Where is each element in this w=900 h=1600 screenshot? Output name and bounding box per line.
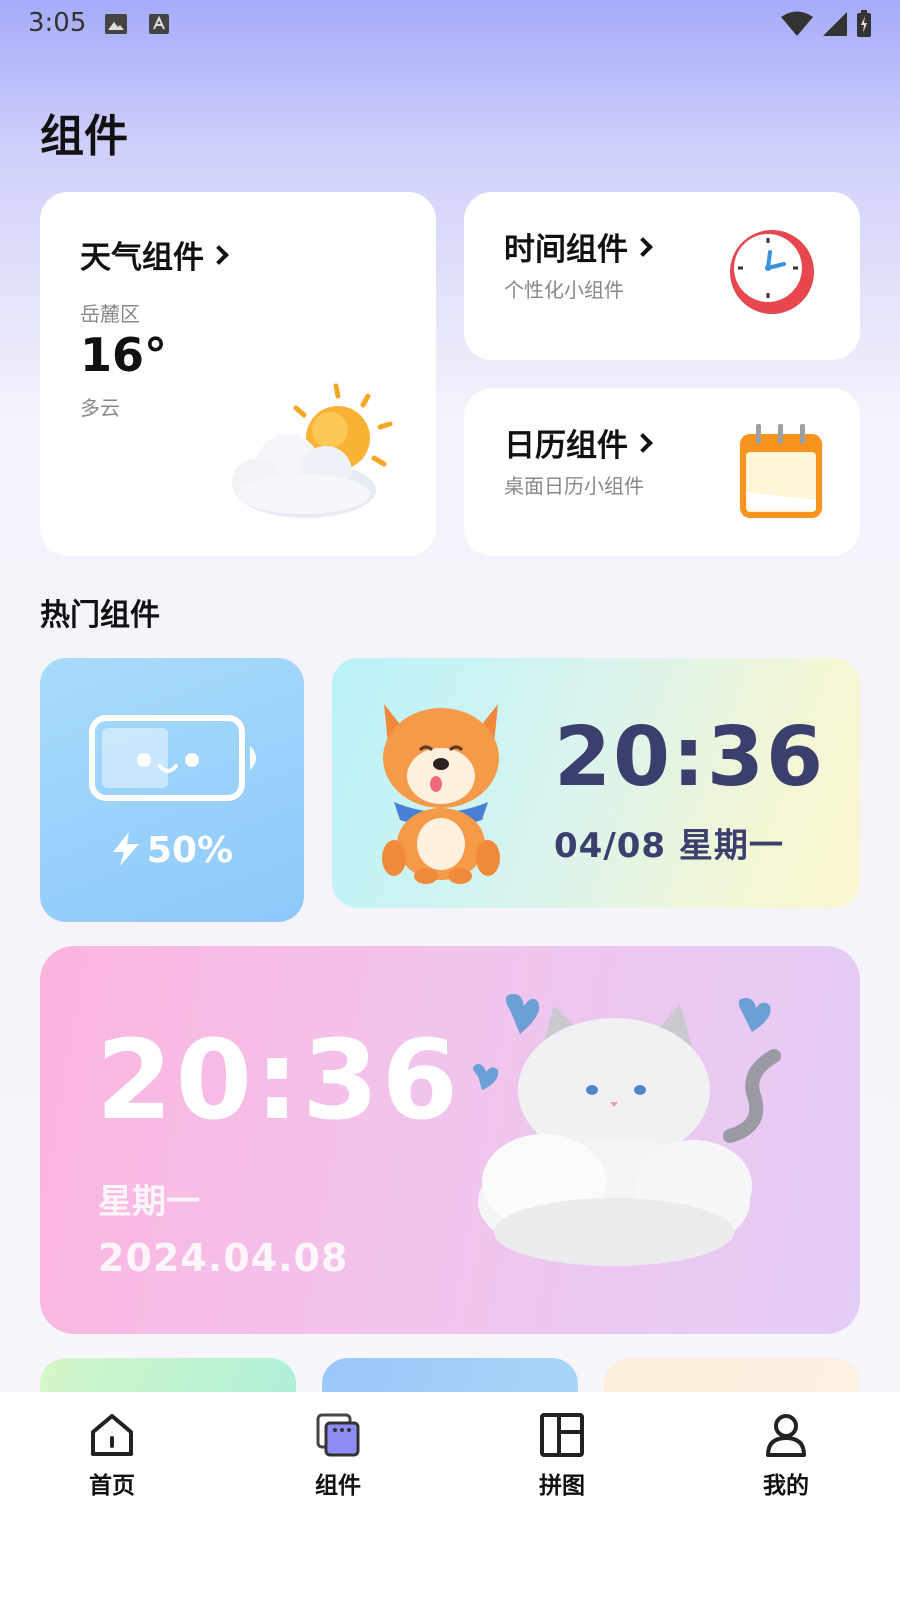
status-time: 3:05: [28, 8, 87, 38]
battery-level: 50%: [40, 830, 304, 871]
calendar-card-title: 日历组件: [504, 420, 653, 465]
tab-puzzle[interactable]: 拼图: [492, 1412, 632, 1512]
weather-card-title: 天气组件: [80, 232, 229, 277]
signal-icon: [823, 12, 847, 36]
calendar-widget-card[interactable]: 日历组件 桌面日历小组件: [464, 388, 860, 556]
tab-home[interactable]: 首页: [42, 1412, 182, 1512]
widgets-icon: [316, 1413, 360, 1457]
status-bar: 3:05: [0, 0, 900, 50]
weather-card-title-text: 天气组件: [80, 240, 204, 276]
calendar-card-title-text: 日历组件: [504, 428, 628, 464]
tab-widgets-label: 组件: [315, 1473, 361, 1499]
tab-home-label: 首页: [89, 1473, 135, 1499]
lightning-icon: [112, 832, 139, 866]
cat-clock-time: 20:36: [96, 1016, 462, 1144]
tab-widgets[interactable]: 组件: [268, 1412, 408, 1512]
page-title: 组件: [40, 111, 128, 162]
time-card-title: 时间组件: [504, 224, 653, 269]
calendar-card-subtitle: 桌面日历小组件: [504, 474, 644, 498]
gallery-notification-icon: [105, 14, 127, 34]
smiling-battery-icon: [89, 715, 256, 801]
bottom-tab-bar: 首页 组件 拼图 我的: [0, 1392, 900, 1600]
tab-puzzle-label: 拼图: [539, 1473, 585, 1499]
time-card-title-text: 时间组件: [504, 232, 628, 268]
calendar-icon: [740, 424, 822, 518]
weather-location: 岳麓区: [80, 302, 140, 326]
puzzle-layout-icon: [540, 1413, 584, 1457]
time-card-subtitle: 个性化小组件: [504, 278, 624, 302]
sun-cloud-icon: [232, 383, 393, 518]
weather-widget-card[interactable]: 天气组件 岳麓区 16° 多云: [40, 192, 436, 556]
weather-temperature: 16°: [80, 328, 168, 382]
battery-charging-icon: [857, 10, 871, 37]
cat-clock-widget[interactable]: 20:36 星期一 2024.04.08: [40, 946, 860, 1334]
home-icon: [91, 1414, 133, 1456]
time-widget-card[interactable]: 时间组件 个性化小组件: [464, 192, 860, 360]
alarm-clock-icon: [730, 230, 814, 314]
battery-level-text: 50%: [146, 830, 234, 871]
chevron-right-icon: [209, 244, 229, 265]
cat-on-cloud-illustration: [473, 994, 781, 1266]
dog-clock-widget[interactable]: 20:36 04/08 星期一: [332, 658, 860, 908]
weather-condition: 多云: [80, 396, 120, 420]
dog-clock-time: 20:36: [554, 710, 826, 805]
section-title-popular: 热门组件: [40, 598, 160, 633]
profile-icon: [766, 1414, 806, 1457]
dog-clock-date: 04/08 星期一: [554, 826, 784, 866]
tab-profile[interactable]: 我的: [716, 1412, 856, 1512]
wifi-icon: [781, 11, 813, 36]
shiba-dog-illustration: [382, 704, 500, 884]
cat-clock-weekday: 星期一: [98, 1182, 200, 1222]
battery-widget[interactable]: 50%: [40, 658, 304, 922]
tab-profile-label: 我的: [763, 1473, 809, 1499]
text-notification-icon: [149, 14, 169, 34]
chevron-right-icon: [633, 236, 653, 257]
cat-clock-date: 2024.04.08: [98, 1236, 349, 1280]
chevron-right-icon: [633, 432, 653, 453]
